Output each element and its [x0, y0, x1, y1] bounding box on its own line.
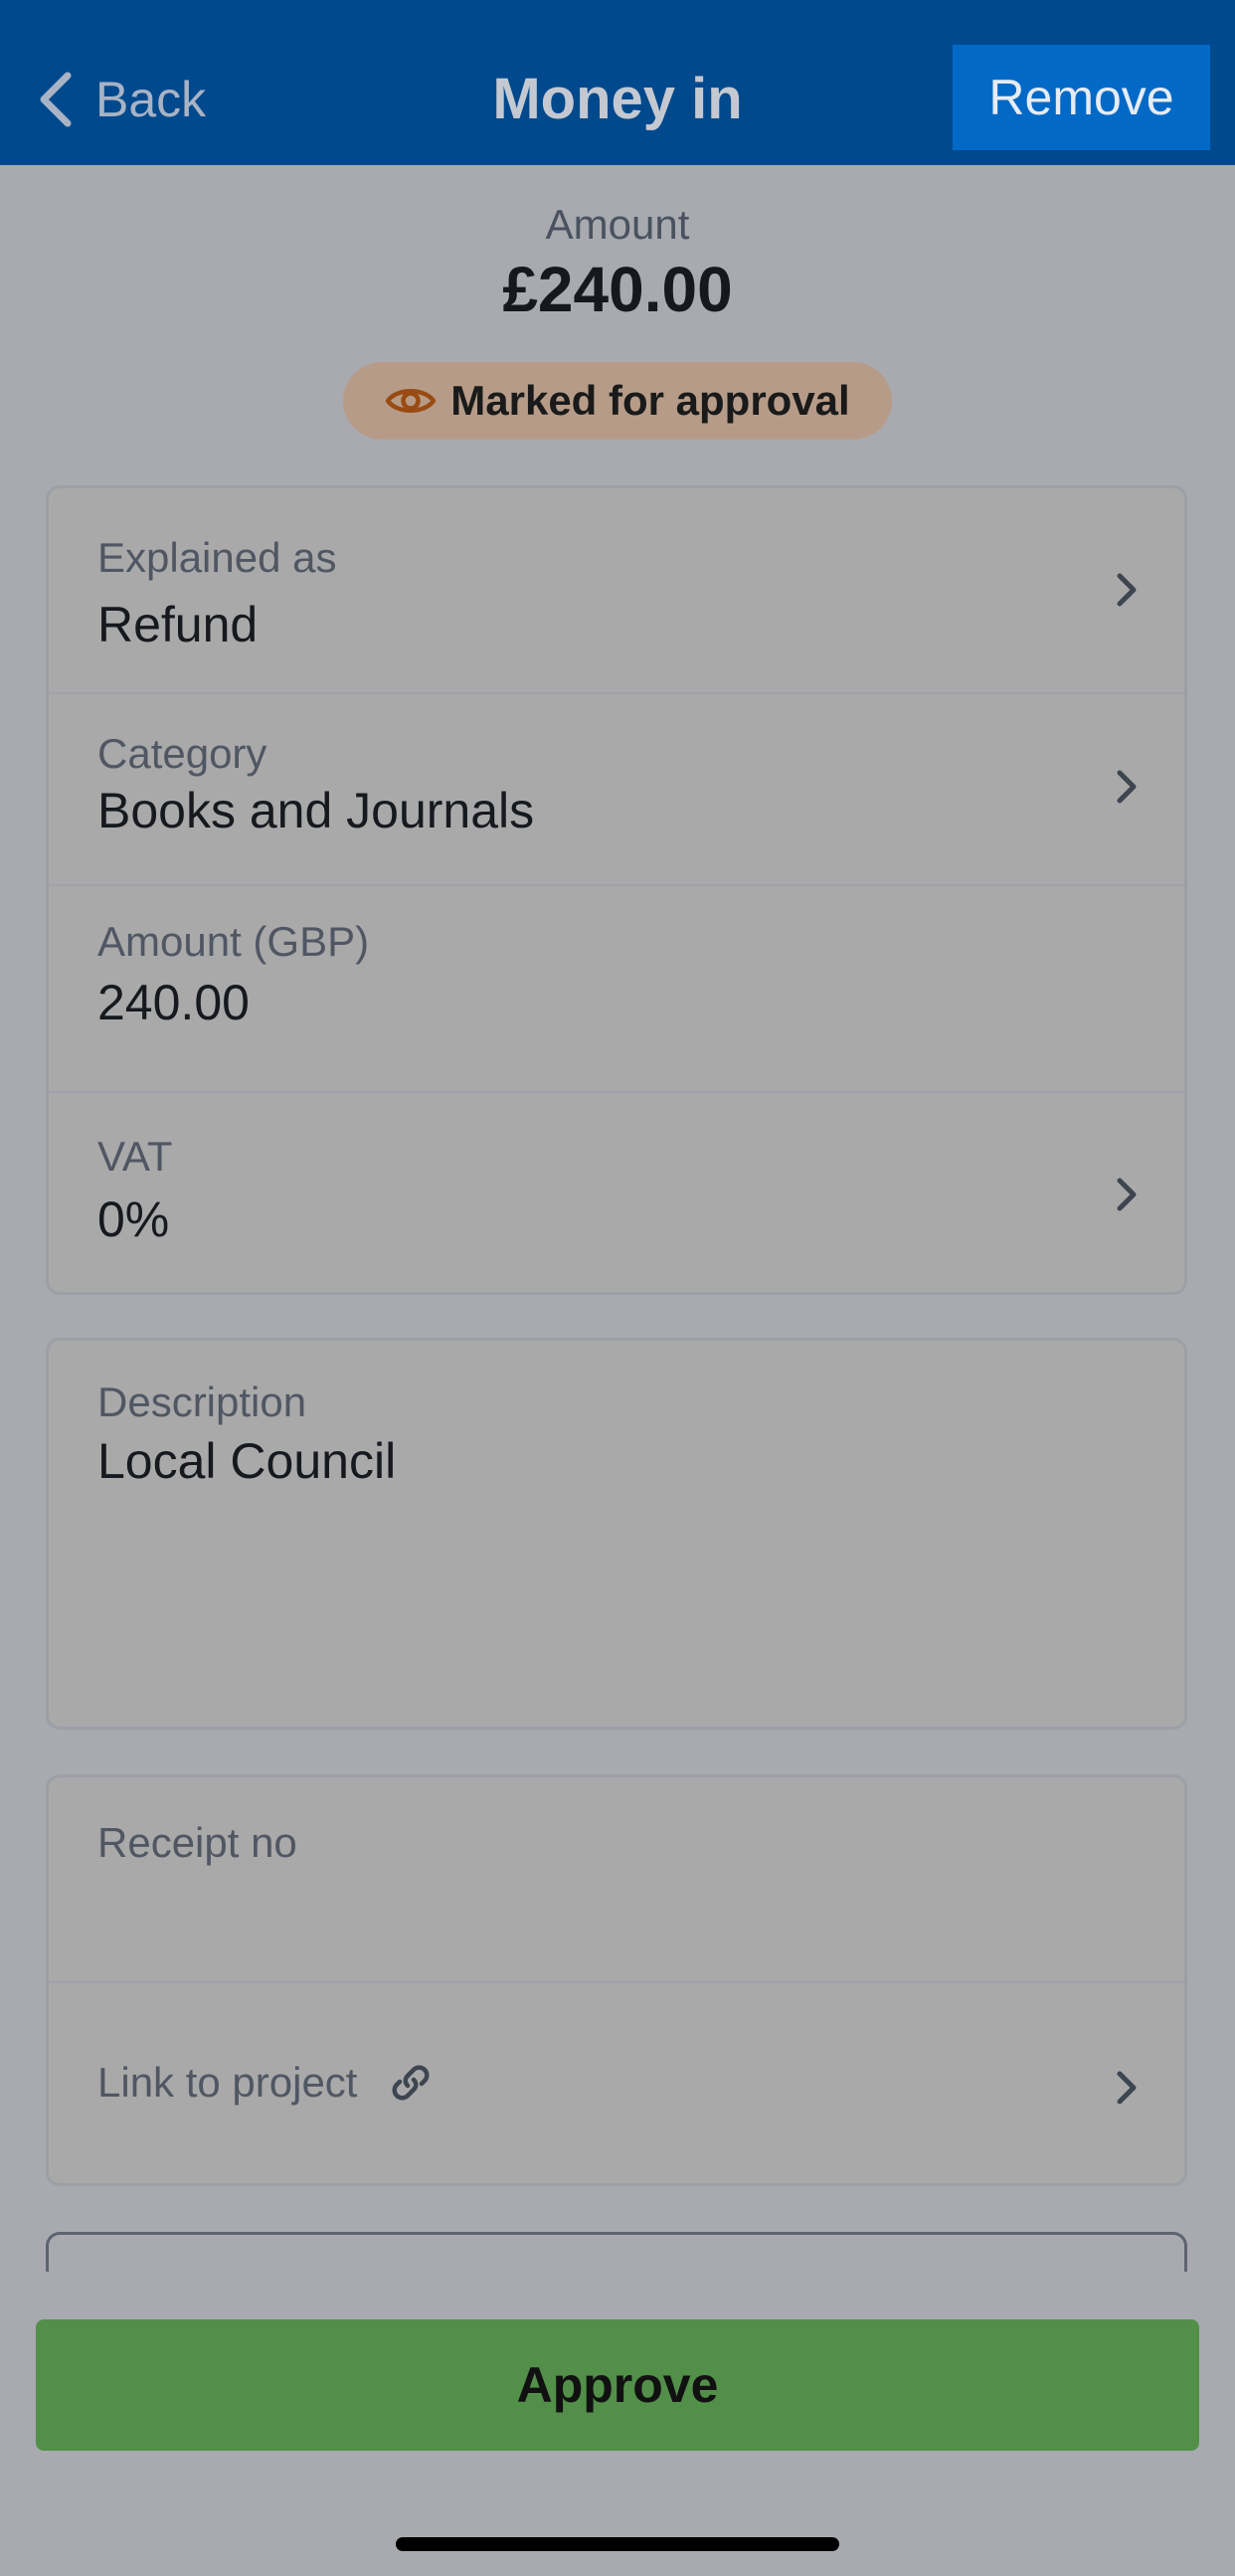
chevron-right-icon	[1117, 1178, 1137, 1211]
description-card[interactable]: Description Local Council	[46, 1338, 1187, 1730]
chevron-right-icon	[1117, 2071, 1137, 2105]
details-card: Explained as Refund Category Books and J…	[46, 485, 1187, 1295]
amount-value: £240.00	[502, 254, 733, 325]
back-label: Back	[95, 72, 207, 127]
amount-gbp-input[interactable]	[97, 974, 694, 1031]
chevron-right-icon	[1117, 770, 1137, 804]
status-text: Marked for approval	[450, 377, 850, 424]
next-card-edge	[46, 2232, 1187, 2272]
vat-row[interactable]: VAT 0%	[49, 1093, 1184, 1292]
link-icon	[392, 2065, 430, 2101]
remove-button[interactable]: Remove	[953, 45, 1210, 150]
chevron-left-icon	[40, 72, 72, 127]
category-label: Category	[97, 730, 267, 777]
link-to-project-label: Link to project	[97, 2059, 358, 2106]
amount-gbp-value	[97, 974, 694, 1031]
home-indicator	[396, 2537, 839, 2551]
vat-value: 0%	[97, 1192, 170, 1247]
explained-as-row[interactable]: Explained as Refund	[49, 488, 1184, 692]
vat-label: VAT	[97, 1133, 173, 1180]
back-button[interactable]: Back	[36, 62, 206, 137]
amount-gbp-row: Amount (GBP)	[49, 886, 1184, 1091]
explained-as-label: Explained as	[97, 534, 337, 581]
status-badge: Marked for approval	[343, 362, 892, 440]
amount-gbp-label: Amount (GBP)	[97, 918, 370, 965]
receipt-no-input[interactable]	[97, 1877, 1136, 1938]
navigation-bar: Back Money in Remove	[0, 0, 1235, 165]
category-value: Books and Journals	[97, 783, 535, 838]
receipt-no-label: Receipt no	[97, 1819, 297, 1866]
approve-button[interactable]: Approve	[36, 2319, 1199, 2451]
amount-label: Amount	[545, 201, 690, 248]
link-to-project-label-group: Link to project	[97, 2059, 435, 2107]
category-row[interactable]: Category Books and Journals	[49, 694, 1184, 884]
eye-icon	[386, 389, 437, 413]
receipt-no-row[interactable]: Receipt no	[49, 1777, 1184, 1981]
link-to-project-row[interactable]: Link to project	[49, 1983, 1184, 2183]
description-label: Description	[97, 1379, 307, 1425]
chevron-right-icon	[1117, 573, 1137, 607]
receipt-project-card: Receipt no Link to project	[46, 1774, 1187, 2186]
description-value: Local Council	[97, 1433, 397, 1489]
explained-as-value: Refund	[97, 597, 259, 652]
